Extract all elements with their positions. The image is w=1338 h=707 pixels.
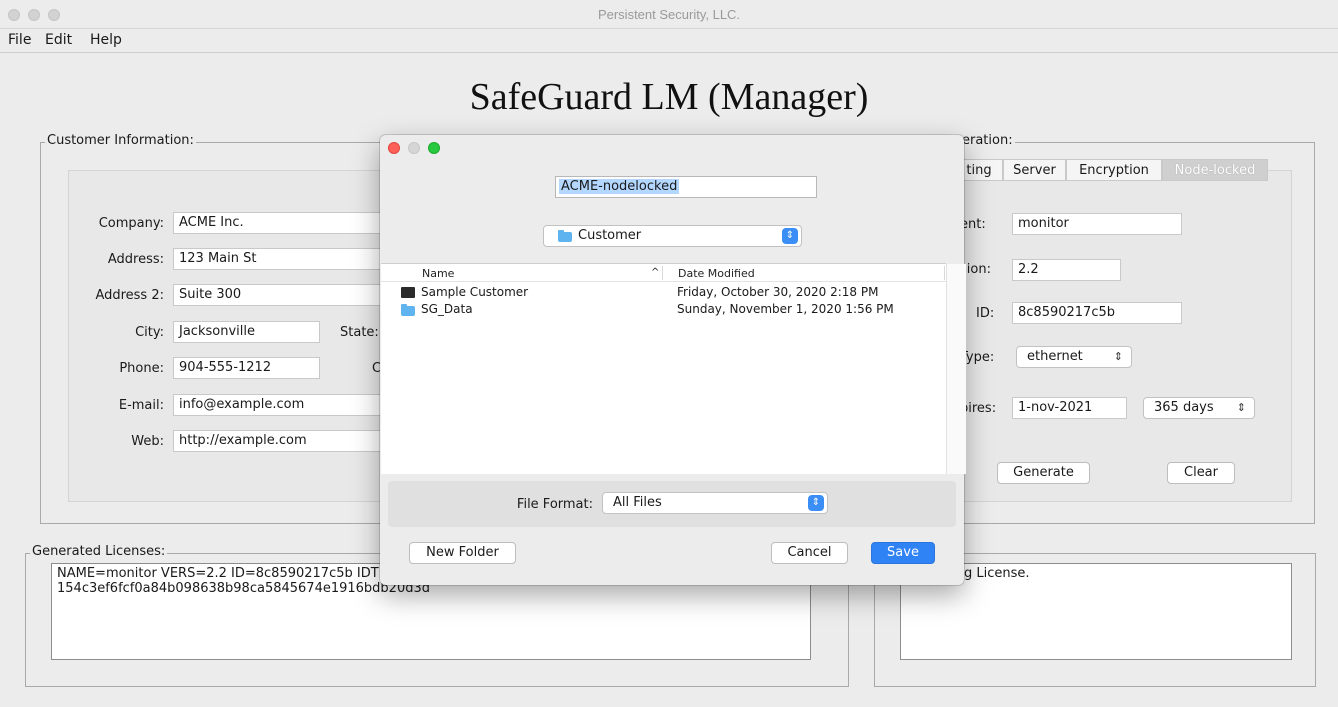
type-select-value: ethernet: [1027, 349, 1083, 364]
list-item-name: Sample Customer: [421, 285, 529, 299]
clear-button[interactable]: Clear: [1167, 462, 1235, 484]
location-select-value: Customer: [578, 228, 642, 243]
address2-label: Address 2:: [95, 288, 164, 303]
location-select[interactable]: Customer ⇕: [543, 225, 802, 247]
column-divider: [662, 266, 663, 280]
type-select[interactable]: ethernet ⇕: [1016, 346, 1132, 368]
column-header-date[interactable]: Date Modified: [678, 267, 755, 280]
chevron-updown-icon: ⇕: [782, 228, 798, 244]
duration-select-value: 365 days: [1154, 400, 1214, 415]
generate-button[interactable]: Generate: [997, 462, 1090, 484]
folder-icon: [401, 304, 415, 316]
address-label: Address:: [107, 252, 164, 267]
expires-field[interactable]: 1-nov-2021: [1012, 397, 1127, 419]
file-name-value: ACME-nodelocked: [559, 179, 680, 194]
file-list[interactable]: Name ^ Date Modified Sample Customer Fri…: [381, 263, 966, 474]
phone-field[interactable]: 904-555-1212: [173, 357, 320, 379]
menu-edit[interactable]: Edit: [45, 32, 72, 48]
menu-help[interactable]: Help: [90, 32, 122, 48]
version-field[interactable]: 2.2: [1012, 259, 1121, 281]
title-bar: Persistent Security, LLC.: [0, 0, 1338, 29]
list-item-date: Sunday, November 1, 2020 1:56 PM: [677, 302, 894, 316]
customer-info-label: Customer Information:: [45, 133, 196, 148]
generated-licenses-label: Generated Licenses:: [30, 544, 168, 559]
column-header-name[interactable]: Name: [422, 267, 454, 280]
city-label: City:: [135, 325, 164, 340]
folder-icon: [558, 230, 572, 242]
tab-encryption[interactable]: Encryption: [1066, 159, 1162, 181]
menu-file[interactable]: File: [8, 32, 31, 48]
email-field[interactable]: info@example.com: [173, 394, 383, 416]
dialog-minimize-button[interactable]: [408, 142, 420, 154]
version-label: sion:: [960, 262, 991, 277]
state-label: State:: [340, 325, 379, 340]
window-title: Persistent Security, LLC.: [597, 7, 741, 22]
header-divider: [381, 281, 946, 282]
chevron-updown-icon: ⇕: [808, 495, 824, 511]
company-field[interactable]: ACME Inc.: [173, 212, 383, 234]
id-field[interactable]: 8c8590217c5b: [1012, 302, 1182, 324]
app-title: SafeGuard LM (Manager): [469, 76, 869, 118]
tab-server[interactable]: Server: [1003, 159, 1066, 181]
save-dialog: File: ACME-nodelocked Customer ⇕ Name ^ …: [380, 135, 966, 585]
file-name-input[interactable]: ACME-nodelocked: [555, 176, 817, 198]
dialog-close-button[interactable]: [388, 142, 400, 154]
generation-label: eration:: [960, 133, 1015, 148]
list-item-name: SG_Data: [421, 302, 473, 316]
expires-label: pires:: [960, 401, 997, 416]
email-label: E-mail:: [118, 398, 164, 413]
list-scrollbar[interactable]: [946, 264, 966, 474]
chevron-updown-icon: ⇕: [1236, 401, 1246, 414]
element-label: ent:: [960, 217, 986, 232]
terminal-icon: [401, 287, 415, 298]
web-label: Web:: [131, 434, 164, 449]
tab-node-locked[interactable]: Node-locked: [1162, 159, 1268, 181]
file-format-label: File Format:: [516, 497, 593, 512]
company-label: Company:: [98, 216, 164, 231]
file-format-select[interactable]: All Files ⇕: [602, 492, 828, 514]
phone-label: Phone:: [119, 361, 164, 376]
city-field[interactable]: Jacksonville: [173, 321, 320, 343]
duration-select[interactable]: 365 days ⇕: [1143, 397, 1255, 419]
list-item[interactable]: SG_Data Sunday, November 1, 2020 1:56 PM: [381, 302, 946, 318]
menu-bar: File Edit Help: [0, 28, 1338, 53]
sort-ascending-icon[interactable]: ^: [651, 267, 659, 278]
dialog-zoom-button[interactable]: [428, 142, 440, 154]
cancel-button[interactable]: Cancel: [771, 542, 848, 564]
element-field[interactable]: monitor: [1012, 213, 1182, 235]
chevron-updown-icon: ⇕: [1113, 350, 1123, 363]
list-item[interactable]: Sample Customer Friday, October 30, 2020…: [381, 285, 946, 301]
save-button[interactable]: Save: [871, 542, 935, 564]
file-format-value: All Files: [613, 495, 662, 510]
address2-field[interactable]: Suite 300: [173, 284, 383, 306]
web-field[interactable]: http://example.com: [173, 430, 383, 452]
list-item-date: Friday, October 30, 2020 2:18 PM: [677, 285, 879, 299]
type-label: Type:: [960, 350, 995, 365]
id-label: ID:: [976, 306, 995, 321]
address-field[interactable]: 123 Main St: [173, 248, 383, 270]
new-folder-button[interactable]: New Folder: [409, 542, 516, 564]
column-divider: [944, 266, 945, 280]
